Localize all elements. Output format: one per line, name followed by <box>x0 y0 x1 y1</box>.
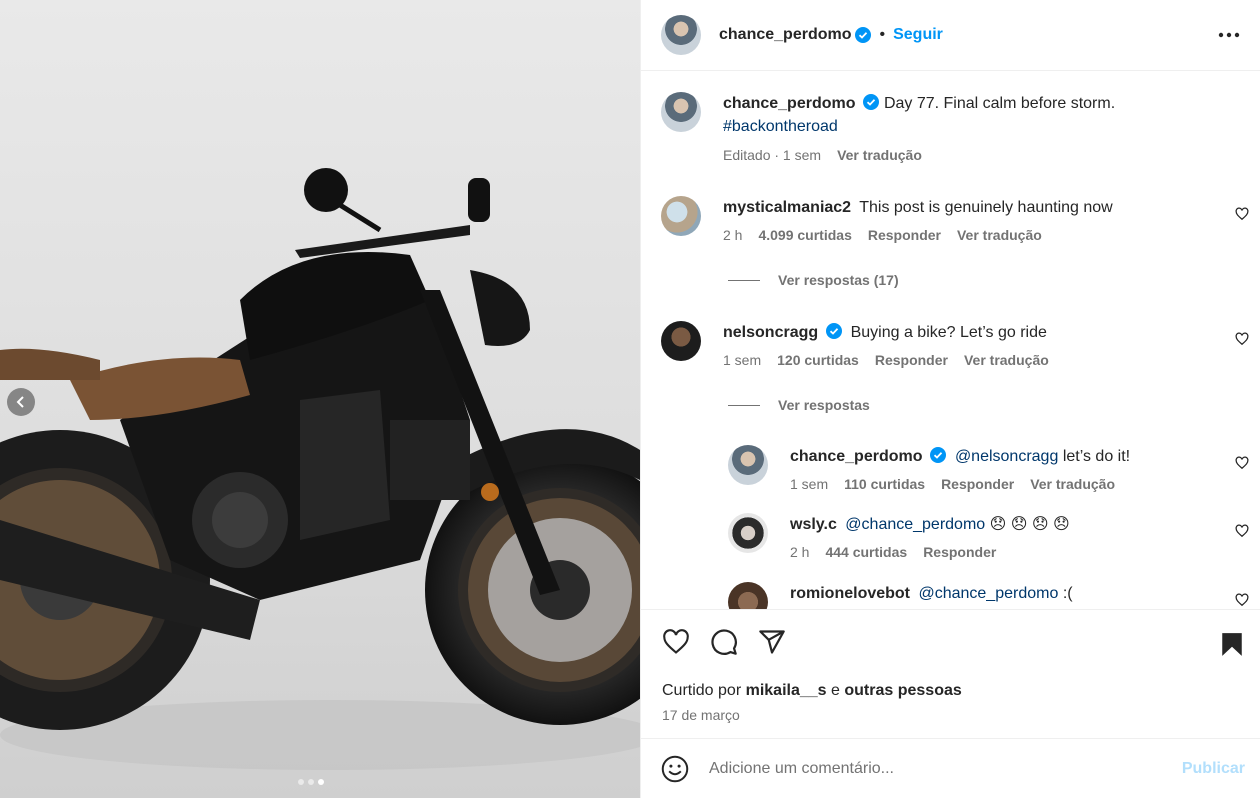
comment-text: This post is genuinely haunting now <box>859 199 1113 216</box>
publish-button[interactable]: Publicar <box>1182 760 1245 778</box>
replier-avatar[interactable] <box>728 445 768 485</box>
liked-by-others[interactable]: outras pessoas <box>844 682 961 699</box>
reply-mention[interactable]: @chance_perdomo <box>918 585 1058 602</box>
view-replies-button[interactable]: Ver respostas <box>728 397 870 413</box>
replier-username[interactable]: romionelovebot <box>790 585 910 602</box>
reply-time: 1 sem <box>790 476 829 492</box>
reply-item: romionelovebot @chance_perdomo :( <box>728 582 1073 609</box>
save-bookmark-icon[interactable] <box>1219 630 1245 658</box>
post-media[interactable] <box>0 0 640 798</box>
reply-time: 2 h <box>790 544 810 560</box>
reply-button[interactable]: Responder <box>923 544 996 560</box>
caption-text: Day 77. Final calm before storm. <box>883 95 1116 112</box>
reply-like-heart-icon[interactable] <box>1235 456 1249 470</box>
replier-avatar[interactable] <box>728 513 768 553</box>
share-send-icon[interactable] <box>757 628 787 656</box>
reply-like-heart-icon[interactable] <box>1235 524 1249 538</box>
caption-username[interactable]: chance_perdomo <box>723 95 855 112</box>
verified-badge-icon <box>930 447 947 463</box>
carousel-dot <box>298 779 304 785</box>
author-username[interactable]: chance_perdomo <box>719 26 851 44</box>
verified-badge-icon <box>826 323 843 339</box>
separator-dot: • <box>879 26 886 43</box>
post-date[interactable]: 17 de março <box>662 707 740 723</box>
verified-badge-icon <box>863 94 880 110</box>
reply-item: chance_perdomo @nelsoncragg let’s do it!… <box>728 445 1130 492</box>
verified-badge-icon <box>855 27 872 43</box>
translate-button[interactable]: Ver tradução <box>957 227 1042 243</box>
carousel-dot <box>308 779 314 785</box>
caption-edited: Editado · 1 sem <box>723 147 822 163</box>
comment-likes[interactable]: 120 curtidas <box>777 352 859 368</box>
caption-translate[interactable]: Ver tradução <box>837 147 922 163</box>
translate-button[interactable]: Ver tradução <box>964 352 1049 368</box>
chevron-left-icon <box>16 396 24 408</box>
reply-likes[interactable]: 110 curtidas <box>844 476 925 492</box>
caption-hashtag[interactable]: #backontheroad <box>723 118 838 135</box>
replier-avatar[interactable] <box>728 582 768 609</box>
caption: chance_perdomo Day 77. Final calm before… <box>661 92 1115 163</box>
carousel-prev-button[interactable] <box>7 388 35 416</box>
comment-like-heart-icon[interactable] <box>1235 207 1249 221</box>
carousel-dot-active <box>318 779 324 785</box>
translate-button[interactable]: Ver tradução <box>1030 476 1115 492</box>
caption-avatar[interactable] <box>661 92 701 132</box>
reply-mention[interactable]: @nelsoncragg <box>955 448 1058 465</box>
comment-likes[interactable]: 4.099 curtidas <box>758 227 851 243</box>
comment-time: 2 h <box>723 227 743 243</box>
likes-summary: Curtido por mikaila__s e outras pessoas <box>662 682 962 699</box>
comment-item: nelsoncragg Buying a bike? Let’s go ride… <box>661 321 1049 368</box>
comment-like-heart-icon[interactable] <box>1235 332 1249 346</box>
post-panel: chance_perdomo • Seguir chance_perdomo D… <box>640 0 1260 798</box>
replier-username[interactable]: chance_perdomo <box>790 448 922 465</box>
comment-time: 1 sem <box>723 352 762 368</box>
reply-text: :( <box>1062 585 1073 602</box>
post-actions: Curtido por mikaila__s e outras pessoas … <box>641 609 1260 739</box>
commenter-username[interactable]: nelsoncragg <box>723 324 818 341</box>
comment-composer: Publicar <box>641 740 1260 798</box>
reply-text: 😞 😞 😞 😞 <box>989 516 1070 533</box>
comments-list[interactable]: chance_perdomo Day 77. Final calm before… <box>641 72 1260 609</box>
reply-like-heart-icon[interactable] <box>1235 593 1249 607</box>
replier-username[interactable]: wsly.c <box>790 516 837 533</box>
motorcycle-image <box>0 168 640 770</box>
like-heart-icon[interactable] <box>661 628 691 656</box>
reply-item: wsly.c @chance_perdomo 😞 😞 😞 😞 2 h 444 c… <box>728 513 1070 560</box>
reply-button[interactable]: Responder <box>875 352 948 368</box>
follow-button[interactable]: Seguir <box>893 26 943 44</box>
liked-by-user[interactable]: mikaila__s <box>746 682 827 699</box>
reply-button[interactable]: Responder <box>941 476 1014 492</box>
reply-text: let’s do it! <box>1062 448 1131 465</box>
post-header: chance_perdomo • Seguir <box>641 0 1260 71</box>
commenter-avatar[interactable] <box>661 196 701 236</box>
author-avatar[interactable] <box>661 15 701 55</box>
comment-bubble-icon[interactable] <box>709 628 739 656</box>
emoji-icon[interactable] <box>661 755 689 783</box>
reply-button[interactable]: Responder <box>868 227 941 243</box>
carousel-dots <box>298 779 324 785</box>
commenter-avatar[interactable] <box>661 321 701 361</box>
comment-input[interactable] <box>709 760 1159 778</box>
comment-text: Buying a bike? Let’s go ride <box>850 324 1047 341</box>
view-replies-button[interactable]: Ver respostas (17) <box>728 272 899 288</box>
comment-item: mysticalmaniac2 This post is genuinely h… <box>661 196 1113 243</box>
reply-likes[interactable]: 444 curtidas <box>825 544 907 560</box>
reply-mention[interactable]: @chance_perdomo <box>845 516 985 533</box>
commenter-username[interactable]: mysticalmaniac2 <box>723 199 851 216</box>
more-options-icon[interactable] <box>1218 32 1240 38</box>
